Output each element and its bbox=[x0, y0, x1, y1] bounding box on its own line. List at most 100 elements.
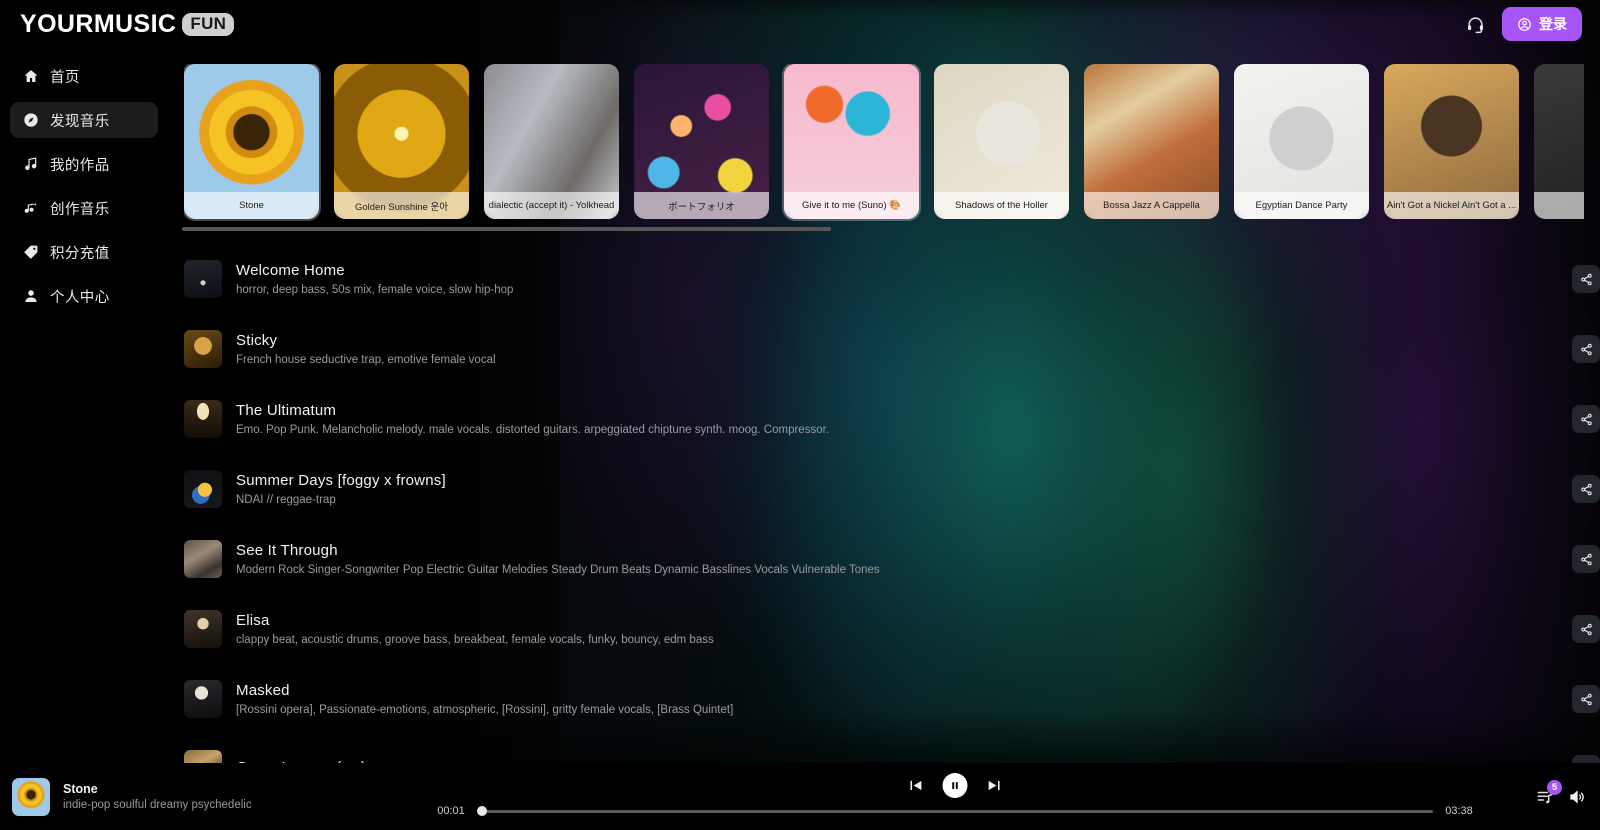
seek-row: 00:01 03:38 bbox=[420, 805, 1490, 817]
now-playing-title: Stone bbox=[63, 782, 98, 796]
sidebar-item-profile[interactable]: 个人中心 bbox=[10, 278, 158, 314]
track-row[interactable]: The Ultimatum Emo. Pop Punk. Melancholic… bbox=[184, 384, 1600, 454]
compass-icon bbox=[22, 112, 39, 129]
carousel-card-title: Shadows of the Holler bbox=[934, 192, 1069, 219]
app-logo[interactable]: YOURMUSIC FUN bbox=[20, 9, 235, 39]
carousel-card[interactable] bbox=[1534, 64, 1584, 219]
current-time: 00:01 bbox=[437, 805, 465, 817]
track-row[interactable]: See It Through Modern Rock Singer-Songwr… bbox=[184, 524, 1600, 594]
carousel-card[interactable]: Golden Sunshine 운아 bbox=[334, 64, 469, 219]
sidebar-item-my-works[interactable]: 我的作品 bbox=[10, 146, 158, 182]
skip-previous-icon[interactable] bbox=[908, 777, 925, 794]
total-time: 03:38 bbox=[1445, 805, 1473, 817]
player-bar: Stone indie-pop soulful dreamy psychedel… bbox=[0, 763, 1600, 830]
carousel-card-title: Egyptian Dance Party bbox=[1234, 192, 1369, 219]
carousel-card-title: Give it to me (Suno) 🎨 bbox=[784, 192, 919, 219]
carousel-card[interactable]: Shadows of the Holler bbox=[934, 64, 1069, 219]
progress-bar[interactable] bbox=[476, 806, 1433, 816]
track-title: The Ultimatum bbox=[236, 401, 337, 419]
pause-icon[interactable] bbox=[942, 773, 968, 798]
queue-count-badge: 5 bbox=[1547, 779, 1562, 795]
track-row[interactable]: Sticky French house seductive trap, emot… bbox=[184, 314, 1600, 384]
track-title: Masked bbox=[236, 681, 290, 699]
now-playing-meta: Stone indie-pop soulful dreamy psychedel… bbox=[63, 782, 252, 811]
track-subtitle: French house seductive trap, emotive fem… bbox=[236, 353, 496, 366]
track-meta: Welcome Home horror, deep bass, 50s mix,… bbox=[236, 262, 513, 297]
track-artwork bbox=[184, 680, 222, 718]
track-title: Elisa bbox=[236, 611, 270, 629]
carousel-scrollbar[interactable] bbox=[182, 227, 1592, 231]
carousel-card[interactable]: Stone bbox=[184, 64, 319, 219]
carousel-card[interactable]: dialectic (accept it) - Yolkhead bbox=[484, 64, 619, 219]
sidebar-item-label: 创作音乐 bbox=[50, 201, 110, 218]
carousel-card-title: dialectic (accept it) - Yolkhead bbox=[484, 192, 619, 219]
track-title: See It Through bbox=[236, 541, 338, 559]
headset-icon[interactable] bbox=[1462, 11, 1488, 37]
now-playing-artwork bbox=[12, 777, 50, 816]
track-row[interactable]: Masked [Rossini opera], Passionate-emoti… bbox=[184, 664, 1600, 734]
login-button-label: 登录 bbox=[1539, 16, 1567, 32]
sidebar-item-credits[interactable]: 积分充值 bbox=[10, 234, 158, 270]
sidebar-item-home[interactable]: 首页 bbox=[10, 58, 158, 94]
track-artwork bbox=[184, 540, 222, 578]
now-playing[interactable]: Stone indie-pop soulful dreamy psychedel… bbox=[0, 777, 420, 816]
app-root: YOURMUSIC FUN 登录 首页 发现音乐 我的作品 创作音乐 积分充值 … bbox=[0, 0, 1600, 830]
sidebar: 首页 发现音乐 我的作品 创作音乐 积分充值 个人中心 bbox=[0, 48, 168, 830]
transport-controls bbox=[908, 773, 1003, 798]
track-subtitle: [Rossini opera], Passionate-emotions, at… bbox=[236, 703, 734, 716]
share-icon[interactable] bbox=[1572, 475, 1600, 503]
music-sparkle-icon bbox=[22, 200, 39, 217]
carousel-scrollbar-thumb[interactable] bbox=[182, 227, 831, 231]
carousel-card[interactable]: Bossa Jazz A Cappella bbox=[1084, 64, 1219, 219]
skip-next-icon[interactable] bbox=[986, 777, 1003, 794]
track-row[interactable]: Summer Days [foggy x frowns] NDAI // reg… bbox=[184, 454, 1600, 524]
logo-badge: FUN bbox=[182, 12, 235, 36]
user-icon bbox=[22, 288, 39, 305]
featured-carousel[interactable]: Stone Golden Sunshine 운아 dialectic (acce… bbox=[184, 64, 1584, 234]
share-icon[interactable] bbox=[1572, 335, 1600, 363]
sidebar-item-label: 积分充值 bbox=[50, 245, 110, 262]
share-icon[interactable] bbox=[1572, 615, 1600, 643]
track-title: Welcome Home bbox=[236, 261, 345, 279]
player-controls: 00:01 03:38 bbox=[420, 763, 1490, 830]
carousel-card[interactable]: Give it to me (Suno) 🎨 bbox=[784, 64, 919, 219]
tag-icon bbox=[22, 244, 39, 261]
carousel-card-title bbox=[1534, 192, 1584, 219]
carousel-card[interactable]: Egyptian Dance Party bbox=[1234, 64, 1369, 219]
sidebar-item-label: 首页 bbox=[50, 69, 80, 86]
track-subtitle: horror, deep bass, 50s mix, female voice… bbox=[236, 283, 514, 296]
volume-icon[interactable] bbox=[1568, 788, 1586, 806]
progress-knob[interactable] bbox=[476, 806, 487, 816]
now-playing-subtitle: indie-pop soulful dreamy psychedelic bbox=[63, 799, 252, 811]
sidebar-item-label: 个人中心 bbox=[50, 289, 110, 306]
carousel-card-title: ポートフォリオ bbox=[634, 192, 769, 219]
track-list: Welcome Home horror, deep bass, 50s mix,… bbox=[184, 244, 1600, 788]
track-row[interactable]: Welcome Home horror, deep bass, 50s mix,… bbox=[184, 244, 1600, 314]
sidebar-item-create-music[interactable]: 创作音乐 bbox=[10, 190, 158, 226]
track-artwork bbox=[184, 330, 222, 368]
share-icon[interactable] bbox=[1572, 685, 1600, 713]
carousel-card[interactable]: Ain't Got a Nickel Ain't Got a ... bbox=[1384, 64, 1519, 219]
carousel-card-title: Ain't Got a Nickel Ain't Got a ... bbox=[1384, 192, 1519, 219]
track-artwork bbox=[184, 610, 222, 648]
track-subtitle: NDAI // reggae-trap bbox=[236, 493, 336, 506]
logo-text: YOURMUSIC bbox=[20, 9, 177, 38]
track-row[interactable]: Elisa clappy beat, acoustic drums, groov… bbox=[184, 594, 1600, 664]
carousel-card[interactable]: ポートフォリオ bbox=[634, 64, 769, 219]
track-title: Summer Days [foggy x frowns] bbox=[236, 471, 446, 489]
sidebar-item-label: 我的作品 bbox=[50, 157, 110, 174]
share-icon[interactable] bbox=[1572, 545, 1600, 573]
sidebar-item-discover[interactable]: 发现音乐 bbox=[10, 102, 158, 138]
player-right-controls: 5 bbox=[1490, 779, 1600, 806]
header-actions: 登录 bbox=[1462, 7, 1582, 41]
playlist-queue-icon[interactable]: 5 bbox=[1536, 779, 1562, 806]
share-icon[interactable] bbox=[1572, 405, 1600, 433]
track-meta: Masked [Rossini opera], Passionate-emoti… bbox=[236, 682, 733, 717]
track-subtitle: Emo. Pop Punk. Melancholic melody. male … bbox=[236, 423, 829, 436]
track-artwork bbox=[184, 260, 222, 298]
share-icon[interactable] bbox=[1572, 265, 1600, 293]
login-button[interactable]: 登录 bbox=[1502, 7, 1582, 41]
track-artwork bbox=[184, 400, 222, 438]
music-note-icon bbox=[22, 156, 39, 173]
track-meta: See It Through Modern Rock Singer-Songwr… bbox=[236, 542, 880, 577]
